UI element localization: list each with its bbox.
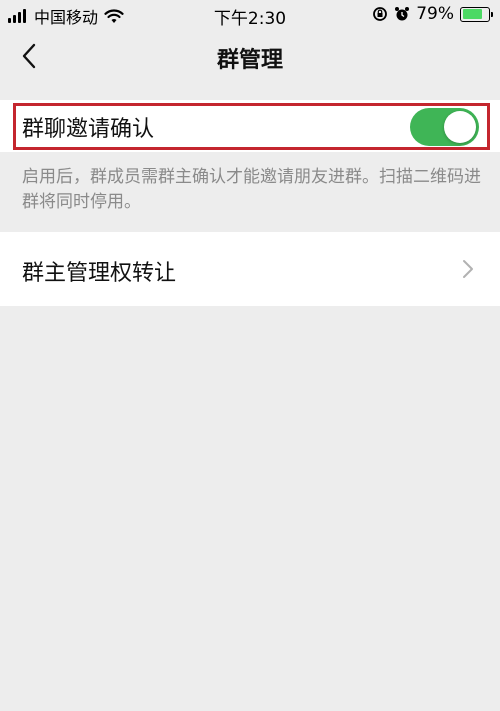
transfer-owner-cell[interactable]: 群主管理权转让 <box>0 232 500 306</box>
alarm-icon <box>395 7 410 21</box>
battery-charging-icon <box>460 6 493 22</box>
transfer-owner-label: 群主管理权转让 <box>22 261 177 286</box>
battery-percent: 79% <box>416 4 454 24</box>
status-right: 79% <box>366 4 493 24</box>
page-title: 群管理 <box>216 48 283 73</box>
battery-level <box>462 9 483 19</box>
status-bar: 中国移动 下午2:30 79% <box>0 0 500 30</box>
invite-confirm-description: 启用后，群成员需群主确认才能邀请朋友进群。扫描二维码进群将同时停用。 <box>22 167 481 212</box>
rotation-lock-icon <box>373 7 388 21</box>
nav-bar: 群管理 <box>0 30 500 82</box>
chevron-right-icon <box>463 260 473 278</box>
invite-confirm-toggle[interactable] <box>410 108 479 146</box>
toggle-knob <box>444 111 476 143</box>
